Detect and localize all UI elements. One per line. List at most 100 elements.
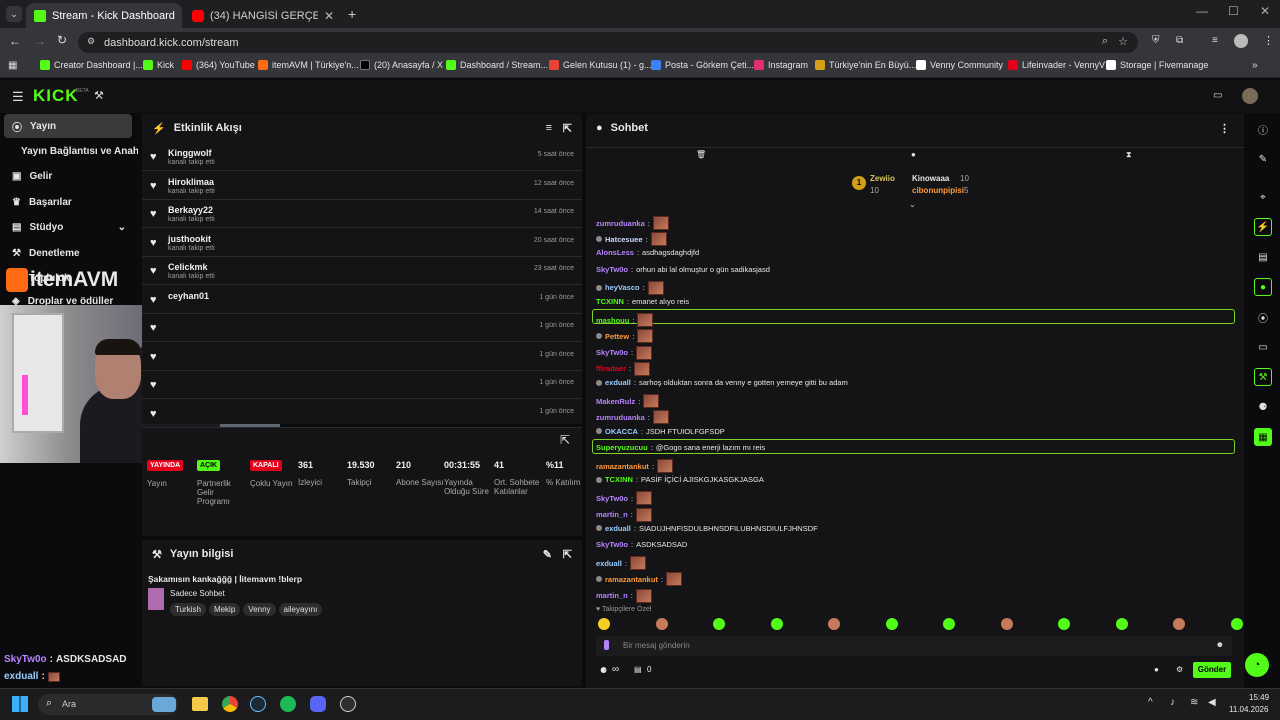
chat-message[interactable]: zumruduanka:	[596, 216, 669, 230]
chat-input-box[interactable]: Bir mesaj gönderin ☻	[596, 636, 1232, 656]
activity-event[interactable]: ♥ Celickmk kanalı takip etti 23 saat önce	[142, 257, 582, 285]
emote-icon[interactable]	[655, 618, 668, 630]
chat-bubble-icon[interactable]: ●	[1154, 665, 1159, 674]
trash-icon[interactable]: 🗑	[696, 150, 706, 159]
windows-start-icon[interactable]	[12, 696, 28, 712]
clock-time[interactable]: 15:49	[1249, 693, 1269, 702]
support-chat-button[interactable]: ◔	[1245, 653, 1269, 677]
emote-icon[interactable]	[1058, 618, 1070, 630]
close-tab-icon[interactable]: ✕	[324, 9, 334, 23]
tag[interactable]: Venny	[243, 603, 276, 616]
chat-username[interactable]: heyVasco	[605, 283, 640, 292]
activity-event[interactable]: ♥ 1 gün önce	[142, 371, 582, 399]
chat-bubble-icon[interactable]: ●	[1254, 278, 1272, 296]
chat-username[interactable]: TCXINN	[596, 297, 624, 306]
chat-username[interactable]: TCXINN	[605, 475, 633, 484]
emote-icon[interactable]	[1000, 618, 1013, 630]
emote-icon[interactable]	[770, 618, 783, 630]
url-bar[interactable]: ⚙ dashboard.kick.com/stream ⌕ ☆	[78, 32, 1138, 53]
tab-list-button[interactable]: ⌄	[6, 6, 22, 22]
settings-icon[interactable]: ⚙	[1176, 665, 1183, 674]
emote-icon[interactable]	[943, 618, 955, 630]
chat-message[interactable]: exduall:	[596, 556, 646, 571]
tag[interactable]: Mekip	[208, 603, 241, 616]
emote-icon[interactable]	[1230, 618, 1243, 630]
bookmark-item[interactable]: Posta - Görkem Çeti...	[651, 60, 754, 70]
activity-event[interactable]: ♥ 1 gün önce	[142, 400, 582, 428]
forward-icon[interactable]: →	[34, 34, 46, 48]
chat-username[interactable]: martin_n	[596, 591, 628, 600]
send-button[interactable]: Gönder	[1193, 662, 1231, 678]
edit-icon[interactable]: ✎	[543, 548, 552, 561]
extensions-puzzle-icon[interactable]: ⧉	[1176, 35, 1183, 46]
bookmark-item[interactable]: Instagram	[754, 60, 808, 70]
chat-username[interactable]: martin_n	[596, 510, 628, 519]
chat-username[interactable]: mashouu	[596, 316, 629, 325]
chat-message[interactable]: martin_n:	[596, 588, 652, 603]
bookmark-item[interactable]: (20) Anasayfa / X	[360, 60, 443, 70]
spotify-icon[interactable]	[280, 696, 296, 712]
chat-username[interactable]: Superyuzucuu	[596, 443, 648, 452]
tab-kick-dashboard[interactable]: Stream - Kick Dashboard ✕	[26, 3, 182, 28]
chat-username[interactable]: exduall	[596, 559, 622, 568]
emote-icon[interactable]	[598, 618, 610, 630]
new-tab-icon[interactable]: +	[348, 6, 356, 22]
tray-chevron-icon[interactable]: ^	[1148, 697, 1153, 708]
expand-leaderboard-icon[interactable]: ⌄	[909, 200, 916, 209]
slow-mode-icon[interactable]: ⧗	[1126, 150, 1132, 160]
sidebar-item-stream-key[interactable]: Yayın Bağlantısı ve Anahtarı	[4, 139, 138, 163]
bookmark-item[interactable]: Gelen Kutusu (1) - g...	[549, 60, 652, 70]
profile-avatar[interactable]	[1234, 34, 1248, 48]
chat-username[interactable]: SkyTw0o	[596, 265, 628, 274]
chat-message[interactable]: ramazantankut:	[596, 572, 683, 587]
steam-icon[interactable]	[250, 696, 266, 712]
volume-icon[interactable]: ◀	[1208, 697, 1216, 708]
edit-icon[interactable]: ✎	[1254, 150, 1272, 168]
chat-username[interactable]: exduall	[605, 378, 631, 387]
maximize-icon[interactable]: ☐	[1228, 4, 1239, 18]
chat-message[interactable]: ffiradaer:	[596, 361, 651, 376]
emote-icon[interactable]	[828, 618, 840, 630]
chat-username[interactable]: SkyTw0o	[596, 348, 628, 357]
sidebar-item-revenue[interactable]: ▣ Gelir	[4, 164, 132, 188]
activity-event[interactable]: ♥ 1 gün önce	[142, 314, 582, 342]
bookmark-item[interactable]: Storage | Fivemanage	[1106, 60, 1208, 70]
hamburger-menu-icon[interactable]: ☰	[12, 89, 24, 105]
chat-message[interactable]: SkyTw0o:	[596, 491, 653, 506]
emote-icon[interactable]	[713, 618, 725, 630]
popout-icon[interactable]: ⇱	[563, 122, 572, 135]
chat-message[interactable]: exduall: sarhoş olduktan sonra da venny e…	[596, 378, 848, 387]
notes-icon[interactable]: ▤	[1254, 248, 1272, 266]
sidebar-item-stream[interactable]: ⦿ Yayın	[4, 114, 132, 138]
kebab-menu-icon[interactable]: ⋮	[1219, 122, 1230, 135]
chat-mode-icon[interactable]: ●	[911, 150, 916, 159]
chat-message[interactable]: martin_n:	[596, 507, 652, 522]
chat-message[interactable]: OKACCA: JSDH FTUIOLFGFSDP	[596, 427, 725, 436]
bookmark-item[interactable]: Venny Community	[916, 60, 1003, 70]
clock-date[interactable]: 11.04.2026	[1229, 705, 1268, 714]
more-bookmarks-icon[interactable]: »	[1252, 60, 1258, 71]
chat-username[interactable]: SkyTw0o	[596, 494, 628, 503]
zoom-icon[interactable]: ⌕	[1102, 35, 1108, 48]
bookmark-item[interactable]: itemAVM | Türkiye'n...	[258, 60, 359, 70]
emoji-icon[interactable]: ☻	[1216, 640, 1224, 649]
chat-username[interactable]: AlonsLess	[596, 248, 634, 257]
chat-message[interactable]: Pettew:	[596, 329, 654, 344]
target-icon[interactable]: ⌖	[1254, 188, 1272, 206]
filter-icon[interactable]: ≡	[546, 122, 552, 134]
chat-message[interactable]: TCXINN: PASİF İÇİCİ AJISKGJKASGKJASGA	[596, 475, 764, 484]
browser-menu-icon[interactable]: ⋮	[1263, 34, 1274, 47]
emote-icon[interactable]	[885, 618, 898, 630]
chat-username[interactable]: OKACCA	[605, 427, 638, 436]
chat-message[interactable]: Superyuzucuu: @Gogo sana enerji lazım mı …	[596, 443, 765, 452]
activity-event[interactable]: ♥ Hiroklimaa kanalı takip etti 12 saat önce	[142, 172, 582, 200]
chat-message[interactable]: SkyTw0o: ASDKSADSAD	[596, 540, 687, 549]
file-explorer-icon[interactable]	[192, 697, 208, 711]
chat-username[interactable]: ffiradaer	[596, 364, 626, 373]
chat-username[interactable]: ramazantankut	[605, 575, 658, 584]
tag[interactable]: aileyayını	[278, 603, 323, 616]
apps-grid-icon[interactable]: ▦	[8, 60, 17, 71]
obs-icon[interactable]	[340, 696, 356, 712]
mic-icon[interactable]	[604, 640, 609, 650]
broadcast-icon[interactable]: ⦿	[1254, 308, 1272, 326]
